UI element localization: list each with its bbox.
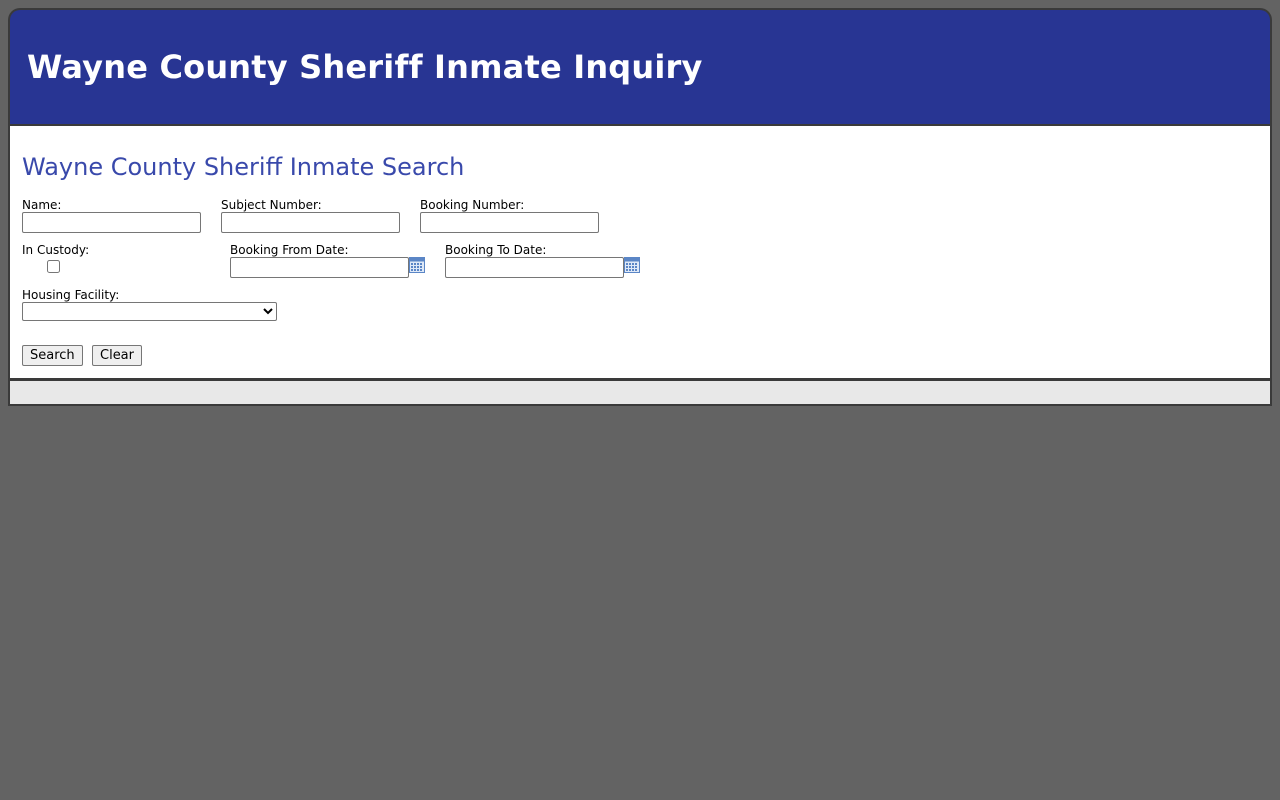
in-custody-label: In Custody: [22,243,90,257]
name-input[interactable] [22,212,201,233]
housing-facility-label: Housing Facility: [22,288,120,302]
page-title: Wayne County Sheriff Inmate Search [22,153,465,181]
clear-button[interactable]: Clear [92,345,142,366]
in-custody-checkbox[interactable] [47,260,60,273]
search-button[interactable]: Search [22,345,83,366]
subject-number-label: Subject Number: [221,198,322,212]
footer-bar [8,379,1272,406]
booking-to-date-input[interactable] [445,257,624,278]
search-panel: Wayne County Sheriff Inmate Search Name:… [8,124,1272,380]
calendar-icon[interactable] [409,257,425,273]
booking-number-input[interactable] [420,212,599,233]
booking-number-label: Booking Number: [420,198,525,212]
booking-from-date-input[interactable] [230,257,409,278]
housing-facility-select[interactable] [22,302,277,321]
app-frame: Wayne County Sheriff Inmate Inquiry Wayn… [8,8,1272,406]
subject-number-input[interactable] [221,212,400,233]
header-title: Wayne County Sheriff Inmate Inquiry [27,48,703,86]
booking-from-date-label: Booking From Date: [230,243,349,257]
booking-to-date-label: Booking To Date: [445,243,547,257]
calendar-icon[interactable] [624,257,640,273]
name-label: Name: [22,198,62,212]
header-banner: Wayne County Sheriff Inmate Inquiry [8,8,1272,126]
